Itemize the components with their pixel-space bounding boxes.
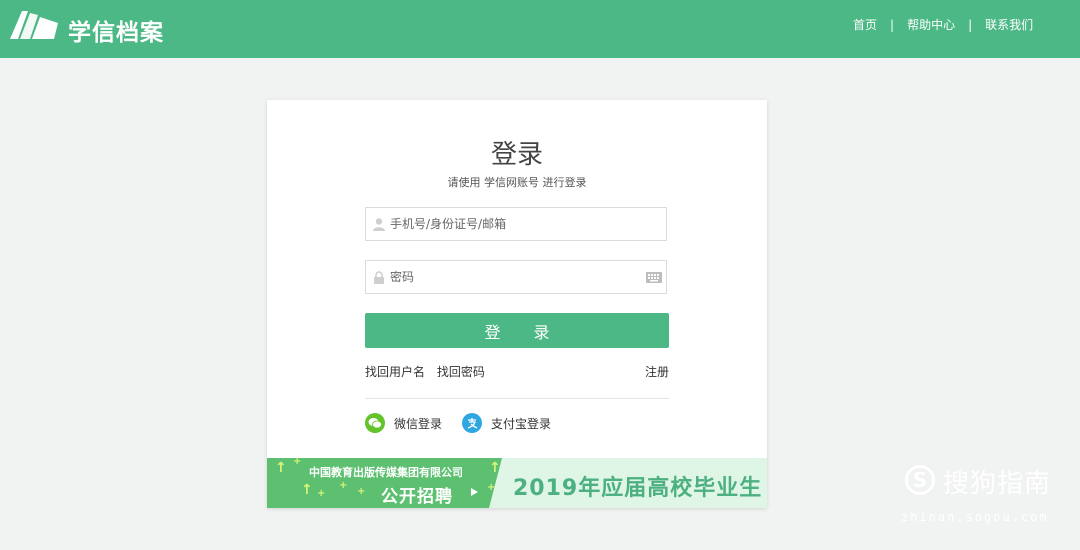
alipay-icon bbox=[462, 413, 482, 433]
top-nav: 首页 | 帮助中心 | 联系我们 bbox=[853, 16, 1033, 33]
keyboard-icon[interactable] bbox=[646, 272, 662, 283]
arrow-up-icon: ↑ bbox=[489, 460, 501, 476]
banner-company: 中国教育出版传媒集团有限公司 bbox=[309, 466, 463, 479]
play-arrow-icon bbox=[471, 488, 478, 496]
sogou-watermark: S 搜狗指南 zhinan.sogou.com bbox=[901, 463, 1065, 533]
top-header: 学信档案 首页 | 帮助中心 | 联系我们 bbox=[0, 0, 1080, 58]
login-title: 登录 bbox=[490, 140, 543, 170]
sogou-logo-icon: S bbox=[905, 465, 935, 495]
nav-separator: | bbox=[968, 17, 973, 32]
password-input[interactable] bbox=[390, 261, 640, 293]
banner-recruit: 公开招聘 bbox=[381, 487, 453, 507]
recruitment-banner[interactable]: ↑ + ↑ + + + ↑ + 中国教育出版传媒集团有限公司 公开招聘 2019… bbox=[267, 458, 767, 508]
alipay-login-button[interactable]: 支付宝登录 bbox=[462, 412, 551, 434]
login-button[interactable]: 登 录 bbox=[365, 313, 669, 348]
wechat-login-button[interactable]: 微信登录 bbox=[365, 412, 442, 434]
nav-home[interactable]: 首页 bbox=[853, 16, 877, 33]
nav-help-center[interactable]: 帮助中心 bbox=[907, 16, 955, 33]
password-field[interactable] bbox=[365, 260, 667, 294]
plus-icon: + bbox=[339, 480, 348, 491]
logo-text[interactable]: 学信档案 bbox=[68, 13, 164, 47]
register-link[interactable]: 注册 bbox=[645, 363, 669, 380]
wechat-icon bbox=[365, 413, 385, 433]
arrow-up-icon: ↑ bbox=[301, 482, 313, 498]
username-field[interactable] bbox=[365, 207, 667, 241]
account-links: 找回用户名 找回密码 注册 bbox=[365, 363, 669, 380]
forgot-password-link[interactable]: 找回密码 bbox=[437, 365, 485, 379]
plus-icon: + bbox=[293, 458, 302, 467]
nav-separator: | bbox=[890, 17, 895, 32]
divider bbox=[365, 398, 669, 399]
arrow-up-icon: ↑ bbox=[275, 460, 287, 476]
plus-icon: + bbox=[357, 486, 366, 497]
login-card: 登录 请使用 学信网账号 进行登录 登 录 找回用户名 找回密码 注册 bbox=[267, 100, 767, 508]
plus-icon: + bbox=[317, 488, 326, 499]
forgot-username-link[interactable]: 找回用户名 bbox=[365, 365, 425, 379]
watermark-url: zhinan.sogou.com bbox=[901, 510, 1049, 524]
nav-contact-us[interactable]: 联系我们 bbox=[985, 16, 1033, 33]
alipay-login-label: 支付宝登录 bbox=[491, 416, 552, 431]
login-subtitle: 请使用 学信网账号 进行登录 bbox=[447, 176, 587, 189]
wechat-login-label: 微信登录 bbox=[394, 416, 443, 431]
lock-icon bbox=[374, 271, 384, 284]
banner-target: 2019年应届高校毕业生 bbox=[513, 476, 763, 501]
book-logo-icon[interactable] bbox=[8, 9, 60, 41]
watermark-name: 搜狗指南 bbox=[943, 469, 1052, 499]
user-icon bbox=[373, 218, 385, 231]
plus-icon: + bbox=[487, 482, 496, 493]
username-input[interactable] bbox=[390, 208, 640, 240]
